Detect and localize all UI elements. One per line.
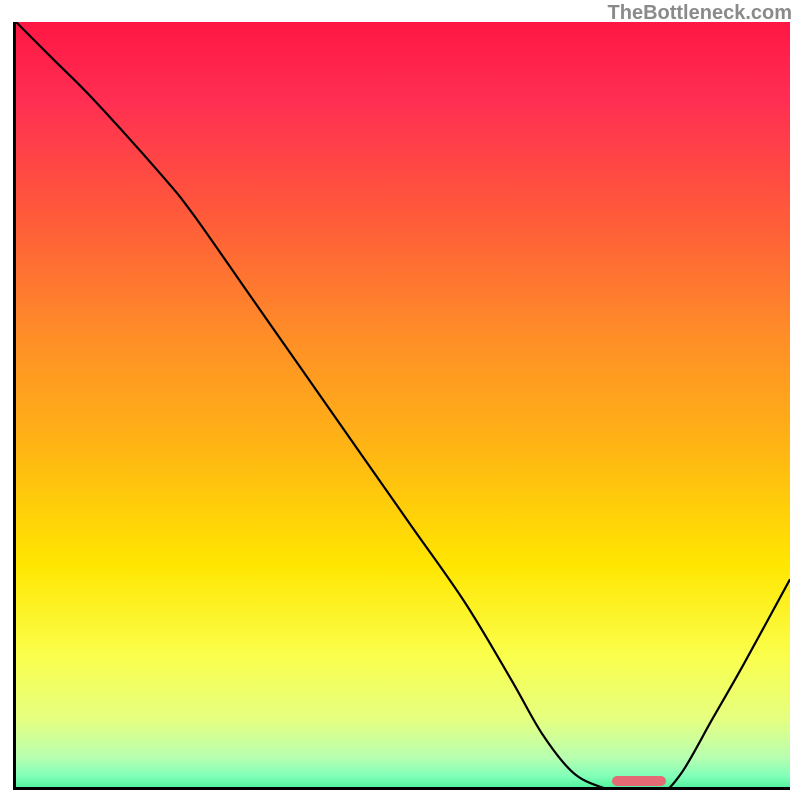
plot-area (13, 22, 790, 790)
chart-container: TheBottleneck.com (0, 0, 800, 800)
optimal-marker (612, 776, 666, 786)
bottleneck-curve (16, 22, 790, 790)
watermark-text: TheBottleneck.com (608, 2, 792, 25)
